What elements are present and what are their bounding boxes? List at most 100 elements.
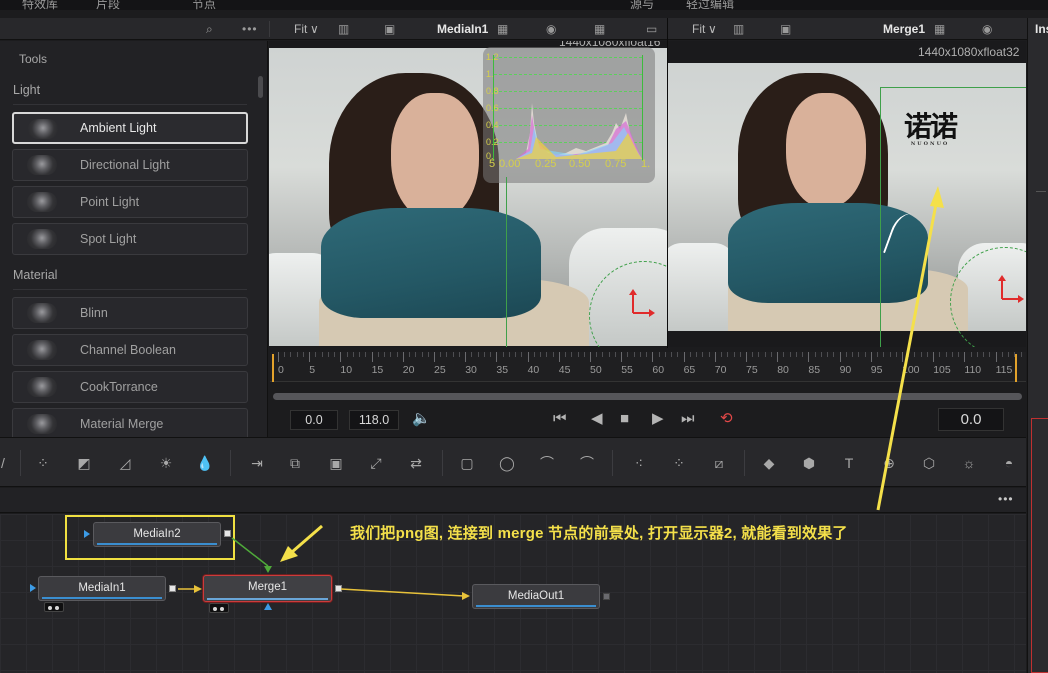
out-point-marker[interactable] (1015, 354, 1017, 382)
color-drop-icon[interactable]: 💧 (196, 454, 214, 472)
play-reverse-icon[interactable]: ◀ (591, 409, 603, 429)
loop-icon[interactable]: ⟲ (720, 409, 733, 429)
mediain1-view-indicator[interactable] (44, 602, 64, 612)
mediaout1-output-port[interactable] (603, 593, 610, 600)
ruler-minor-tick (521, 352, 523, 357)
current-time-field[interactable]: 0.0 (938, 408, 1004, 431)
ruler-minor-tick (752, 352, 754, 357)
ruler-minor-tick (533, 352, 535, 357)
loader-icon[interactable]: ⇄ (407, 454, 425, 472)
merge1-view-indicator[interactable] (209, 603, 229, 613)
skip-to-start-icon[interactable]: ⏮ (553, 409, 567, 429)
mediain1-input-port[interactable] (30, 584, 36, 592)
timeline-scrollbar[interactable] (273, 393, 1022, 400)
viewer1-grid-icon[interactable]: ▦ (594, 22, 605, 36)
viewer1-channel-icon[interactable]: ▥ (338, 22, 349, 36)
viewer1-frame-icon[interactable]: ▭ (646, 22, 657, 36)
axis-widget-icon[interactable] (625, 289, 655, 319)
node-mediain1[interactable]: MediaIn1 (38, 576, 166, 601)
audio-speaker-icon[interactable]: 🔈 (412, 409, 431, 429)
in-point-marker[interactable] (272, 354, 274, 382)
merge1-output-port[interactable] (335, 585, 342, 592)
stop-icon[interactable]: ■ (620, 409, 629, 429)
node-panel-more-icon[interactable]: ••• (998, 492, 1014, 506)
viewer2-color-icon[interactable]: ◉ (982, 22, 992, 36)
curves-icon[interactable]: ◩ (75, 454, 93, 472)
hist-xlabel: 0.25 (535, 158, 557, 170)
mediain2-input-port[interactable] (84, 530, 90, 538)
tool-ambient-light[interactable]: Ambient Light (12, 112, 248, 144)
tool-material-merge[interactable]: Material Merge (12, 408, 248, 437)
play-forward-icon[interactable]: ▶ (652, 409, 664, 429)
particle-render-icon[interactable]: ⁘ (670, 454, 688, 472)
end-time-field[interactable]: 118.0 (349, 410, 399, 430)
tool-label: Material Merge (80, 417, 164, 431)
ellipse-mask-icon[interactable]: ◯ (498, 454, 516, 472)
search-icon[interactable]: ⌕ (206, 22, 213, 36)
ruler-tick (340, 352, 342, 362)
tool-spot-light[interactable]: Spot Light (12, 223, 248, 255)
camera-3d-icon[interactable]: ⬡ (920, 454, 938, 472)
viewer1-color-icon[interactable]: ◉ (546, 22, 556, 36)
viewer1-zoom[interactable]: Fit (294, 22, 307, 36)
effects-library-tab[interactable]: 特效库 (22, 0, 58, 10)
viewer1-lut-icon[interactable]: ▦ (497, 22, 508, 36)
resize-icon[interactable]: ⤢ (367, 454, 385, 472)
light-3d-icon[interactable]: ☼ (960, 454, 978, 472)
viewer2-lut-icon[interactable]: ▦ (934, 22, 945, 36)
viewer2-channel-icon[interactable]: ▥ (733, 22, 744, 36)
viewer1-node-name: MediaIn1 (437, 22, 489, 36)
tool-label: CookTorrance (80, 380, 158, 394)
axis-widget-icon[interactable] (994, 275, 1024, 305)
polygon-mask-icon[interactable]: ⌒ (538, 454, 556, 472)
image-plane-3d-icon[interactable]: ◆ (760, 454, 778, 472)
tool-channel-boolean[interactable]: Channel Boolean (12, 334, 248, 366)
inspector-label[interactable]: Ins (1035, 22, 1048, 36)
ruler-tick (652, 352, 654, 362)
viewer2-roi-icon[interactable]: ▣ (780, 22, 791, 36)
particle-emitter-icon[interactable]: ⁖ (630, 454, 648, 472)
mediain1-output-port[interactable] (169, 585, 176, 592)
viewer-1[interactable]: 1440x1080xfloat16 1.2 1. 0.8 0.6 0.4 0.2… (269, 41, 667, 347)
skip-to-end-icon[interactable]: ⏭ (681, 409, 695, 429)
text-3d-icon[interactable]: T (840, 454, 858, 472)
background-icon[interactable]: ▣ (327, 454, 345, 472)
bspline-mask-icon[interactable]: ⌒ (578, 454, 596, 472)
ruler-tick (434, 352, 435, 362)
clips-tab[interactable]: 片段 (96, 0, 120, 10)
tool-cooktorrance[interactable]: CookTorrance (12, 371, 248, 403)
merge-tool-icon[interactable]: ⧉ (286, 454, 304, 472)
transform-icon[interactable]: ⇥ (248, 454, 266, 472)
tool-point-light[interactable]: Point Light (12, 186, 248, 218)
ruler-minor-tick (658, 352, 660, 357)
ruler-tick (777, 352, 779, 362)
shape-3d-icon[interactable]: ⬢ (800, 454, 818, 472)
viewer1-zoom-arrow[interactable]: ∨ (310, 22, 319, 36)
merge-3d-icon[interactable]: ⊕ (880, 454, 898, 472)
tool-directional-light[interactable]: Directional Light (12, 149, 248, 181)
timeline-ruler[interactable]: 0 5 10 15 20 25 30 35 40 45 50 55 60 65 70 75 80 85 90 95 10… (270, 352, 1026, 382)
node-mediain2[interactable]: MediaIn2 (93, 522, 221, 547)
viewer2-zoom-arrow[interactable]: ∨ (708, 22, 717, 36)
more-options-icon[interactable]: ••• (242, 22, 258, 36)
viewer-2[interactable]: 1440x1080xfloat32 诺诺 NUONUO (668, 41, 1026, 347)
toolbar-partial-icon[interactable]: / (0, 454, 12, 472)
nodes-tab[interactable]: 节点 (192, 0, 216, 10)
node-merge1[interactable]: Merge1 (203, 575, 332, 602)
renderer-3d-icon[interactable]: ◓ (1000, 454, 1018, 472)
particle-merge-icon[interactable]: ⧄ (710, 454, 728, 472)
guide-line (880, 87, 881, 347)
tools-scrollbar[interactable] (258, 76, 263, 98)
viewer2-zoom[interactable]: Fit (692, 22, 705, 36)
rectangle-mask-icon[interactable]: ▢ (458, 454, 476, 472)
node-mediaout1[interactable]: MediaOut1 (472, 584, 600, 609)
ruler-minor-tick (390, 352, 392, 357)
viewer1-roi-icon[interactable]: ▣ (384, 22, 395, 36)
tool-blinn[interactable]: Blinn (12, 297, 248, 329)
gradient-icon[interactable]: ◿ (116, 454, 134, 472)
node-editor[interactable]: MediaIn2 MediaIn1 Merge1 MediaOut1 我们把pn… (0, 514, 1026, 673)
mediain2-output-port[interactable] (224, 530, 231, 537)
start-time-field[interactable]: 0.0 (290, 410, 338, 430)
particle-icon[interactable]: ⁘ (34, 454, 52, 472)
brightness-icon[interactable]: ☀ (157, 454, 175, 472)
